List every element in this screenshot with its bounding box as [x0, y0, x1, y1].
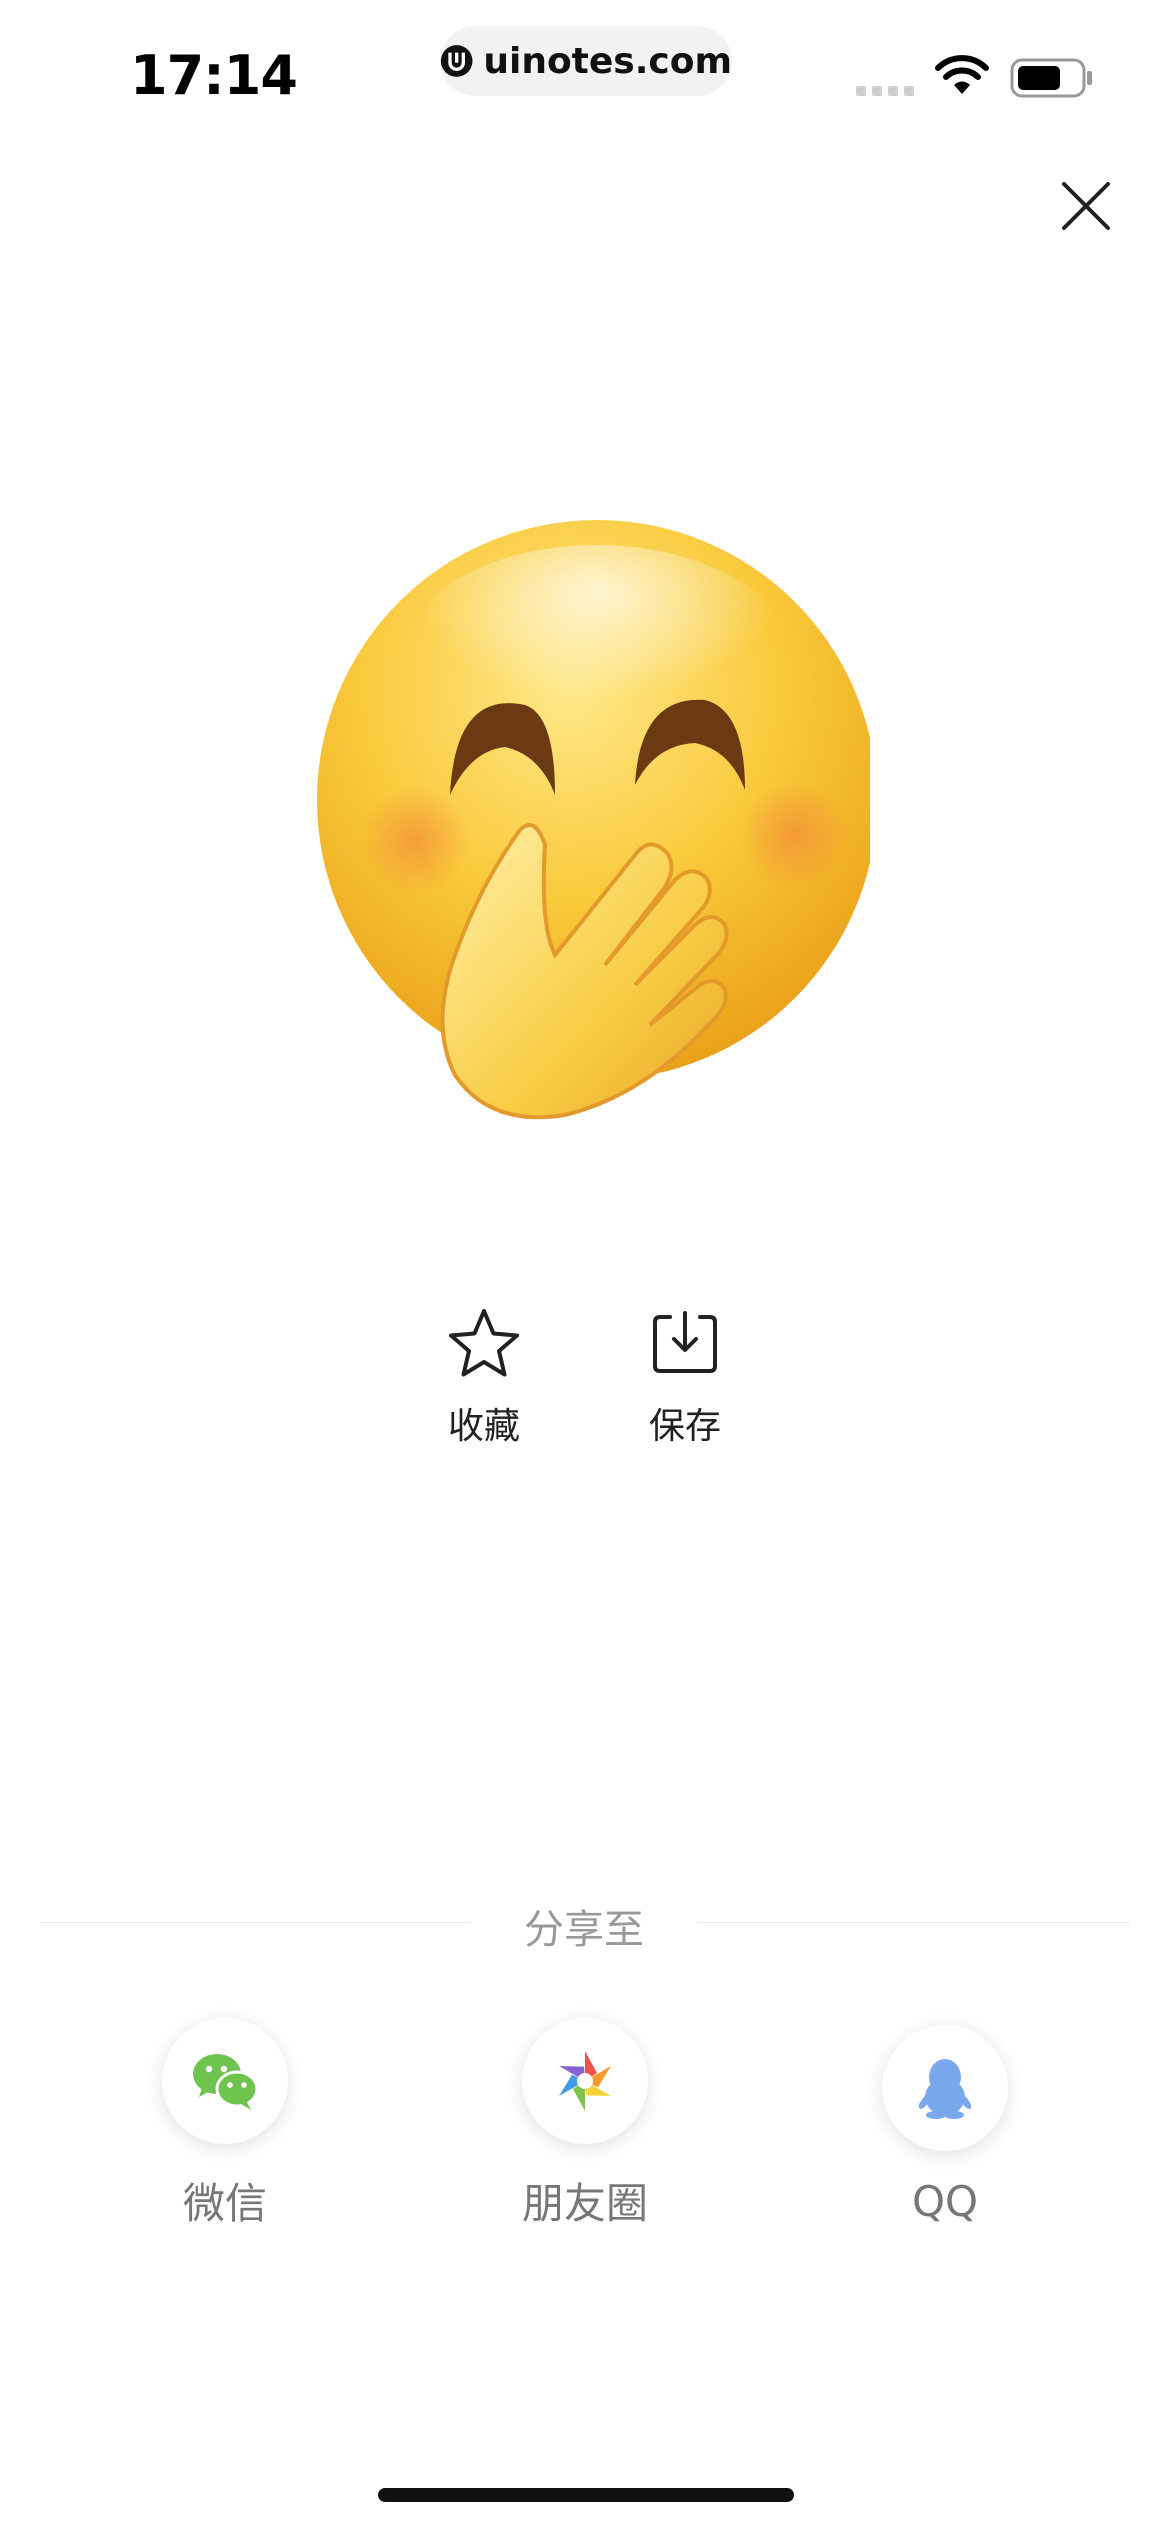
wifi-icon — [935, 55, 989, 94]
share-qq-circle — [882, 2025, 1008, 2151]
save-label: 保存 — [648, 1406, 721, 1447]
site-logo-icon — [440, 45, 473, 77]
share-wechat-button[interactable]: 微信 — [105, 2018, 345, 2231]
emoji-image — [317, 520, 870, 1120]
divider-right — [698, 1922, 1130, 1923]
status-bar: 17:14 uinotes.com — [0, 0, 1170, 150]
home-indicator[interactable] — [378, 2488, 794, 2502]
share-qq-button[interactable]: QQ — [825, 2025, 1065, 2226]
cellular-signal-icon — [856, 86, 918, 98]
favorite-label: 收藏 — [447, 1406, 520, 1447]
divider-left — [40, 1922, 470, 1923]
share-wechat-label: 微信 — [182, 2179, 267, 2228]
url-pill[interactable]: uinotes.com — [440, 26, 732, 96]
download-icon — [653, 1311, 717, 1373]
battery-icon — [1010, 58, 1092, 98]
favorite-button[interactable]: 收藏 — [414, 1305, 554, 1449]
url-text: uinotes.com — [483, 40, 732, 82]
share-moments-circle — [522, 2018, 648, 2144]
share-qq-label: QQ — [911, 2177, 979, 2226]
share-moments-label: 朋友圈 — [521, 2179, 648, 2228]
close-button[interactable] — [1060, 180, 1112, 232]
star-icon — [449, 1309, 519, 1377]
save-button[interactable]: 保存 — [615, 1305, 755, 1449]
status-time: 17:14 — [130, 44, 298, 107]
moments-icon — [559, 2051, 611, 2111]
qq-penguin-icon — [918, 2059, 972, 2119]
share-moments-button[interactable]: 朋友圈 — [465, 2018, 705, 2231]
share-wechat-circle — [162, 2018, 288, 2144]
wechat-icon — [193, 2054, 259, 2110]
close-icon — [1062, 182, 1110, 230]
share-title: 分享至 — [524, 1907, 644, 1953]
